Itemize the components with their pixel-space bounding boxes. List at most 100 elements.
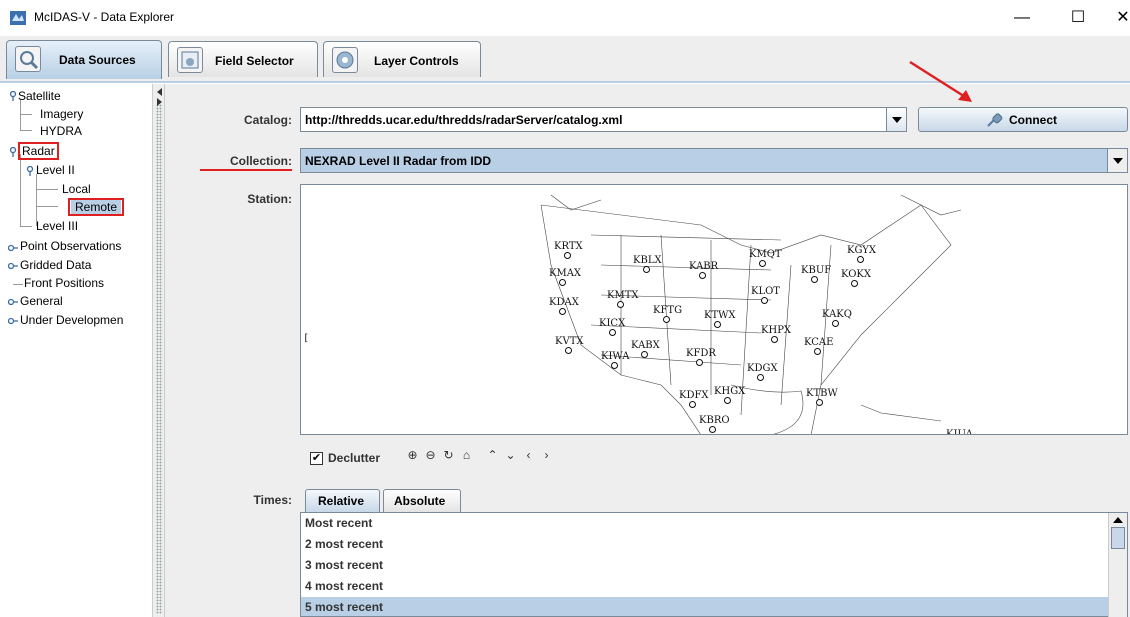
station-khpx[interactable]: KHPX <box>761 325 791 336</box>
tree-item-satellite[interactable]: Satellite <box>18 89 61 103</box>
tree-item-front-positions[interactable]: Front Positions <box>24 276 104 290</box>
station-kdgx[interactable]: KDGX <box>747 363 778 374</box>
maximize-button[interactable]: ☐ <box>1063 4 1093 32</box>
station-kokx[interactable]: KOKX <box>841 269 871 280</box>
collapsed-key-icon[interactable] <box>7 315 18 325</box>
station-ktbw[interactable]: KTBW <box>806 388 838 399</box>
tab-layer-controls[interactable]: Layer Controls <box>323 41 481 77</box>
station-map[interactable]: [ KRTX KBLX KABR KMQT KGYX KMAX KBUF KOKX KMTX KL… <box>300 184 1128 435</box>
pan-down-icon[interactable]: ⌄ <box>503 448 518 463</box>
station-krtx[interactable]: KRTX <box>554 241 583 252</box>
list-item[interactable]: 2 most recent <box>301 534 1109 555</box>
tab-field-selector[interactable]: Field Selector <box>168 41 318 77</box>
station-marker-icon[interactable] <box>757 374 764 381</box>
station-marker-icon[interactable] <box>689 401 696 408</box>
declutter-checkbox[interactable]: ✔ <box>310 452 323 465</box>
station-marker-icon[interactable] <box>609 329 616 336</box>
expand-key-icon[interactable] <box>25 165 35 176</box>
station-marker-icon[interactable] <box>696 359 703 366</box>
pan-up-icon[interactable]: ⌃ <box>485 448 500 463</box>
tree-item-local[interactable]: Local <box>62 182 91 196</box>
tree-item-imagery[interactable]: Imagery <box>40 107 83 121</box>
list-item[interactable]: Most recent <box>301 513 1109 534</box>
tree-item-gridded-data[interactable]: Gridded Data <box>20 258 91 272</box>
station-marker-icon[interactable] <box>832 320 839 327</box>
chevron-down-icon[interactable] <box>1107 149 1127 172</box>
station-marker-icon[interactable] <box>771 336 778 343</box>
station-kabx[interactable]: KABX <box>631 340 660 351</box>
station-kicx[interactable]: KICX <box>599 318 625 329</box>
station-marker-icon[interactable] <box>814 348 821 355</box>
station-marker-icon[interactable] <box>641 351 648 358</box>
tree-item-under-development[interactable]: Under Developmen <box>20 313 123 327</box>
times-scrollbar[interactable] <box>1108 513 1127 617</box>
collapse-left-arrow-icon[interactable] <box>157 88 162 96</box>
tab-relative[interactable]: Relative <box>305 489 380 512</box>
expand-key-icon[interactable] <box>8 90 18 101</box>
station-kbuf[interactable]: KBUF <box>801 265 831 276</box>
station-marker-icon[interactable] <box>857 256 864 263</box>
station-klot[interactable]: KLOT <box>751 286 780 297</box>
zoom-out-icon[interactable]: ⊖ <box>423 448 438 463</box>
close-button[interactable]: ✕ <box>1108 4 1130 32</box>
station-marker-icon[interactable] <box>811 276 818 283</box>
times-list[interactable]: Most recent 2 most recent 3 most recent … <box>300 512 1128 617</box>
station-kdax[interactable]: KDAX <box>549 297 579 308</box>
station-ktwx[interactable]: KTWX <box>704 310 736 321</box>
station-kfdr[interactable]: KFDR <box>686 348 716 359</box>
list-item[interactable]: 4 most recent <box>301 576 1109 597</box>
list-item[interactable]: 5 most recent <box>301 597 1109 616</box>
station-kgyx[interactable]: KGYX <box>847 245 876 256</box>
station-marker-icon[interactable] <box>714 321 721 328</box>
station-kmtx[interactable]: KMTX <box>607 290 639 301</box>
station-kbro[interactable]: KBRO <box>699 415 730 426</box>
station-marker-icon[interactable] <box>851 280 858 287</box>
collapsed-key-icon[interactable] <box>7 260 18 270</box>
minimize-button[interactable]: — <box>1007 4 1037 32</box>
chevron-down-icon[interactable] <box>886 108 906 131</box>
catalog-dropdown[interactable]: http://thredds.ucar.edu/thredds/radarSer… <box>300 107 907 132</box>
station-marker-icon[interactable] <box>816 399 823 406</box>
zoom-in-icon[interactable]: ⊕ <box>405 448 420 463</box>
station-kabr[interactable]: KABR <box>689 261 718 272</box>
station-kvtx[interactable]: KVTX <box>555 336 583 347</box>
station-khgx[interactable]: KHGX <box>714 386 745 397</box>
tree-item-level-3[interactable]: Level III <box>36 219 78 233</box>
collapsed-key-icon[interactable] <box>7 296 18 306</box>
tree-item-general[interactable]: General <box>20 294 63 308</box>
station-kblx[interactable]: KBLX <box>633 255 662 266</box>
panel-splitter[interactable] <box>152 84 165 617</box>
pan-left-icon[interactable]: ‹ <box>521 448 536 463</box>
home-icon[interactable]: ⌂ <box>459 448 474 463</box>
station-kakq[interactable]: KAKQ <box>822 309 852 320</box>
station-kmqt[interactable]: KMQT <box>749 249 782 260</box>
collection-dropdown[interactable]: NEXRAD Level II Radar from IDD <box>300 148 1128 173</box>
station-marker-icon[interactable] <box>699 272 706 279</box>
scroll-thumb[interactable] <box>1111 527 1125 549</box>
tab-data-sources[interactable]: Data Sources <box>6 40 162 79</box>
expand-key-icon[interactable] <box>8 146 18 157</box>
station-marker-icon[interactable] <box>617 301 624 308</box>
station-marker-icon[interactable] <box>565 347 572 354</box>
station-marker-icon[interactable] <box>559 308 566 315</box>
station-marker-icon[interactable] <box>759 260 766 267</box>
station-marker-icon[interactable] <box>564 252 571 259</box>
tree-item-hydra[interactable]: HYDRA <box>40 124 82 138</box>
connect-button[interactable]: Connect <box>918 107 1128 132</box>
scroll-up-icon[interactable] <box>1113 517 1123 523</box>
station-marker-icon[interactable] <box>663 316 670 323</box>
station-kmax[interactable]: KMAX <box>549 268 581 279</box>
tree-item-point-observations[interactable]: Point Observations <box>20 239 121 253</box>
pan-right-icon[interactable]: › <box>539 448 554 463</box>
station-marker-icon[interactable] <box>761 297 768 304</box>
tab-absolute[interactable]: Absolute <box>383 489 461 512</box>
station-kdfx[interactable]: KDFX <box>679 390 709 401</box>
list-item[interactable]: 3 most recent <box>301 555 1109 576</box>
station-marker-icon[interactable] <box>643 266 650 273</box>
reset-view-icon[interactable]: ↻ <box>441 448 456 463</box>
collapsed-key-icon[interactable] <box>7 242 18 252</box>
tree-item-level-2[interactable]: Level II <box>36 163 75 177</box>
station-kiwa[interactable]: KIWA <box>601 351 629 362</box>
tree-item-radar[interactable]: Radar <box>18 142 59 160</box>
station-marker-icon[interactable] <box>709 426 716 433</box>
